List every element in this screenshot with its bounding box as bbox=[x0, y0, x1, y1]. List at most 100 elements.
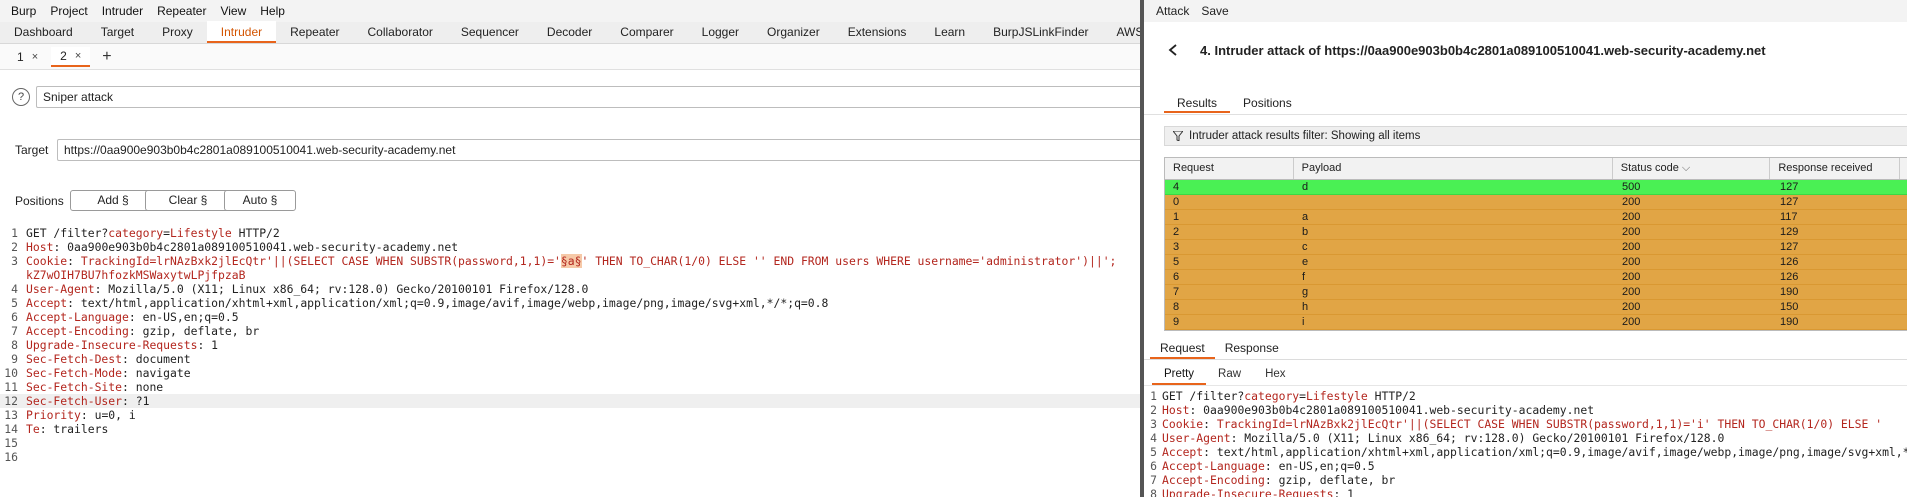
table-row[interactable]: 8 h 200 150 bbox=[1165, 300, 1907, 315]
tab-dashboard[interactable]: Dashboard bbox=[0, 21, 87, 43]
col-status[interactable]: Status code ⌵ bbox=[1613, 158, 1771, 179]
table-row[interactable]: 3 c 200 127 bbox=[1165, 240, 1907, 255]
target-url-input[interactable]: https://0aa900e903b0b4c2801a089100510041… bbox=[57, 139, 1140, 161]
col-error[interactable]: E bbox=[1900, 158, 1907, 179]
table-row[interactable]: 2 b 200 129 bbox=[1165, 225, 1907, 240]
cell-status: 200 bbox=[1622, 301, 1641, 313]
request-response-tabs: Request Response bbox=[1144, 338, 1907, 360]
cell-status: 200 bbox=[1622, 241, 1641, 253]
intruder-attack-window: Attack Save 4. Intruder attack of https:… bbox=[1140, 0, 1907, 497]
request-line: 8 Upgrade-Insecure-Requests: 1 bbox=[11, 338, 219, 352]
tab-burpjslinkfinder[interactable]: BurpJSLinkFinder bbox=[979, 21, 1102, 43]
table-row[interactable]: 0 200 127 bbox=[1165, 195, 1907, 210]
request-line-wrap: kZ7wOIH7BU7hfozkMSWaxytwLPjfpzaB bbox=[26, 268, 246, 282]
request-editor[interactable]: 1 GET /filter?category=Lifestyle HTTP/2 2… bbox=[0, 226, 1140, 497]
tab-results[interactable]: Results bbox=[1164, 95, 1231, 113]
menu-attack[interactable]: Attack bbox=[1150, 4, 1195, 18]
menu-view[interactable]: View bbox=[213, 4, 253, 18]
cell-request: 5 bbox=[1173, 256, 1180, 268]
tab-comparer[interactable]: Comparer bbox=[606, 21, 687, 43]
tab-raw[interactable]: Raw bbox=[1206, 364, 1253, 385]
menu-save[interactable]: Save bbox=[1195, 4, 1234, 18]
close-icon[interactable]: × bbox=[32, 51, 38, 63]
tab-decoder[interactable]: Decoder bbox=[533, 21, 606, 43]
col-request[interactable]: Request bbox=[1165, 158, 1294, 179]
tab-repeater[interactable]: Repeater bbox=[276, 21, 353, 43]
menu-repeater[interactable]: Repeater bbox=[150, 4, 213, 18]
close-icon[interactable]: × bbox=[75, 50, 81, 62]
cell-received: 150 bbox=[1780, 301, 1799, 313]
tab-organizer[interactable]: Organizer bbox=[753, 21, 834, 43]
tab-logger[interactable]: Logger bbox=[688, 21, 753, 43]
intruder-subtab-2[interactable]: 2 × bbox=[51, 46, 91, 67]
table-row[interactable]: 4 d 500 127 bbox=[1165, 180, 1907, 195]
cell-payload: a bbox=[1302, 211, 1309, 223]
attack-title-text: 4. Intruder attack of https://0aa900e903… bbox=[1200, 42, 1766, 58]
results-table: Request Payload Status code ⌵ Response r… bbox=[1164, 157, 1907, 331]
main-tabbar: Dashboard Target Proxy Intruder Repeater… bbox=[0, 21, 1141, 44]
attack-request-viewer[interactable]: 1 GET /filter?category=Lifestyle HTTP/2 2… bbox=[1144, 389, 1907, 497]
cell-request: 6 bbox=[1173, 271, 1180, 283]
menu-help[interactable]: Help bbox=[253, 4, 292, 18]
menu-burp[interactable]: Burp bbox=[4, 4, 43, 18]
auto-markers-button[interactable]: Auto § bbox=[224, 190, 296, 211]
menu-intruder[interactable]: Intruder bbox=[95, 4, 150, 18]
intruder-subtab-1[interactable]: 1 × bbox=[8, 47, 47, 67]
add-tab-icon[interactable]: + bbox=[94, 48, 119, 66]
cell-payload: c bbox=[1302, 241, 1308, 253]
request-line: 6 Accept-Language: en-US,en;q=0.5 bbox=[1150, 459, 1375, 473]
cell-status: 200 bbox=[1622, 196, 1641, 208]
tab-hex[interactable]: Hex bbox=[1253, 364, 1297, 385]
cell-status: 200 bbox=[1622, 316, 1641, 328]
clear-markers-button[interactable]: Clear § bbox=[145, 190, 231, 211]
add-marker-button[interactable]: Add § bbox=[70, 190, 156, 211]
intruder-subtabbar: 1 × 2 × + bbox=[0, 44, 1140, 70]
attack-title: 4. Intruder attack of https://0aa900e903… bbox=[1166, 42, 1766, 58]
cell-payload: f bbox=[1302, 271, 1306, 283]
col-payload[interactable]: Payload bbox=[1294, 158, 1613, 179]
cell-received: 127 bbox=[1780, 241, 1799, 253]
cell-received: 117 bbox=[1780, 211, 1798, 223]
request-line: 11 Sec-Fetch-Site: none bbox=[4, 380, 164, 394]
attack-type-select[interactable]: Sniper attack bbox=[36, 86, 1140, 108]
cell-payload: i bbox=[1302, 316, 1305, 328]
back-arrow-icon[interactable] bbox=[1166, 42, 1182, 58]
tab-aws[interactable]: AWS S bbox=[1103, 21, 1141, 43]
request-line: 8 Upgrade-Insecure-Requests: 1 bbox=[1150, 487, 1355, 497]
tab-sequencer[interactable]: Sequencer bbox=[447, 21, 533, 43]
tab-request[interactable]: Request bbox=[1150, 338, 1215, 359]
cell-status: 200 bbox=[1622, 226, 1641, 238]
col-received[interactable]: Response received bbox=[1770, 158, 1900, 179]
cell-request: 7 bbox=[1173, 286, 1180, 298]
cell-payload: d bbox=[1302, 181, 1309, 193]
help-icon[interactable]: ? bbox=[12, 88, 30, 106]
cell-received: 129 bbox=[1780, 226, 1799, 238]
tab-target[interactable]: Target bbox=[87, 21, 148, 43]
request-line: 13 Priority: u=0, i bbox=[4, 408, 136, 422]
results-filter-bar[interactable]: Intruder attack results filter: Showing … bbox=[1164, 126, 1907, 146]
tab-learn[interactable]: Learn bbox=[920, 21, 979, 43]
request-line: 1 GET /filter?category=Lifestyle HTTP/2 bbox=[11, 226, 280, 240]
request-line: 4 User-Agent: Mozilla/5.0 (X11; Linux x86… bbox=[11, 282, 589, 296]
cell-status: 200 bbox=[1622, 286, 1641, 298]
view-tabs: Pretty Raw Hex bbox=[1144, 364, 1907, 386]
table-row[interactable]: 5 e 200 126 bbox=[1165, 255, 1907, 270]
cell-received: 127 bbox=[1780, 181, 1799, 193]
menu-project[interactable]: Project bbox=[43, 4, 94, 18]
request-line: 3 Cookie: TrackingId=lrNAzBxk2jlEcQtr'||(… bbox=[11, 254, 1117, 268]
tab-response[interactable]: Response bbox=[1215, 338, 1289, 359]
table-row[interactable]: 7 g 200 190 bbox=[1165, 285, 1907, 300]
table-row[interactable]: 9 i 200 190 bbox=[1165, 315, 1907, 330]
tab-collaborator[interactable]: Collaborator bbox=[354, 21, 447, 43]
tab-pretty[interactable]: Pretty bbox=[1152, 364, 1207, 385]
cell-status: 200 bbox=[1622, 256, 1641, 268]
tab-intruder[interactable]: Intruder bbox=[206, 21, 277, 43]
tab-proxy[interactable]: Proxy bbox=[148, 21, 207, 43]
table-row[interactable]: 6 f 200 126 bbox=[1165, 270, 1907, 285]
request-line: 9 Sec-Fetch-Dest: document bbox=[11, 352, 191, 366]
tab-extensions[interactable]: Extensions bbox=[834, 21, 921, 43]
payload-marker[interactable]: §a§ bbox=[560, 254, 582, 268]
table-row[interactable]: 1 a 200 117 bbox=[1165, 210, 1907, 225]
request-line: 6 Accept-Language: en-US,en;q=0.5 bbox=[11, 310, 239, 324]
tab-positions[interactable]: Positions bbox=[1230, 95, 1305, 113]
